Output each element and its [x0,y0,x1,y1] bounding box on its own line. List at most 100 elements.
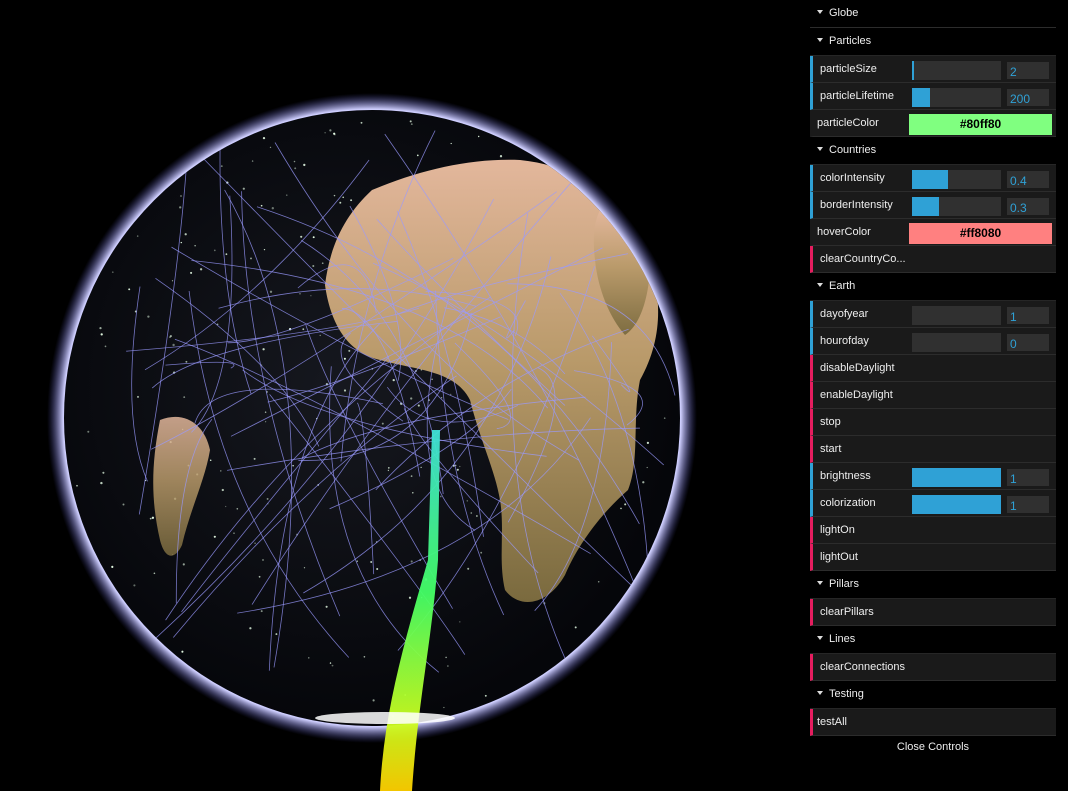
particle [260,204,263,207]
border-intensity-input[interactable]: 0.3 [1006,197,1050,216]
slider-fill [912,197,939,216]
clear-connections-button[interactable]: clearConnections [810,654,1056,681]
particle-size-input[interactable]: 2 [1006,61,1050,80]
particle [459,465,461,468]
control-label: borderIntensity [820,199,893,211]
particle-lifetime-control: particleLifetime 200 [810,83,1056,110]
particle [100,481,103,485]
folder-countries[interactable]: Countries [810,137,1056,165]
start-button[interactable]: start [810,436,1056,463]
particle [499,155,503,158]
particle [169,335,172,338]
particle [303,163,306,167]
particle [302,328,305,331]
slider-fill [912,61,914,80]
particle [440,397,443,399]
brightness-input[interactable]: 1 [1006,468,1050,487]
close-controls-button[interactable]: Close Controls [810,736,1056,758]
particle-color-control: particleColor #80ff80 [810,110,1056,137]
particle [308,657,310,659]
brightness-slider[interactable] [912,468,1001,487]
control-label: enableDaylight [820,389,893,401]
particle [624,503,627,506]
enable-daylight-button[interactable]: enableDaylight [810,382,1056,409]
dayofyear-slider[interactable] [912,306,1001,325]
particle [478,135,480,138]
folder-testing[interactable]: Testing [810,681,1056,709]
folder-countries-title: Countries [829,144,877,156]
particle [242,187,245,190]
particle [329,129,332,132]
particle-lifetime-slider[interactable] [912,88,1001,107]
particle [182,563,185,566]
control-label: hoverColor [817,226,871,238]
particle-color-swatch[interactable]: #80ff80 [909,114,1052,135]
colorization-slider[interactable] [912,495,1001,514]
particle [343,357,346,360]
folder-testing-title: Testing [829,688,864,700]
particle [447,665,449,667]
hourofday-input[interactable]: 0 [1006,333,1050,352]
colorization-input[interactable]: 1 [1006,495,1050,514]
folder-lines[interactable]: Lines [810,626,1056,654]
particle [100,333,103,336]
particle [300,235,303,238]
particle [412,492,414,494]
folder-particles[interactable]: Particles [810,28,1056,56]
particle [324,132,326,134]
particle [99,326,102,330]
particle-size-slider[interactable] [912,61,1001,80]
clear-country-colors-button[interactable]: clearCountryCo... [810,246,1056,273]
particle-lifetime-input[interactable]: 200 [1006,88,1050,107]
particle [467,567,470,570]
particle [199,268,203,271]
particle [416,154,419,157]
particle [122,503,125,506]
particle [356,560,359,562]
disable-daylight-button[interactable]: disableDaylight [810,355,1056,382]
particle [183,396,186,398]
control-label: colorization [820,497,876,509]
caret-down-icon [817,691,823,696]
particle [181,650,184,653]
particle [260,610,263,613]
particle [254,542,256,545]
caret-down-icon [817,147,823,152]
light-on-button[interactable]: lightOn [810,517,1056,544]
clear-pillars-button[interactable]: clearPillars [810,599,1056,626]
particle [620,507,622,510]
folder-pillars[interactable]: Pillars [810,571,1056,599]
particle [381,422,384,425]
light-out-button[interactable]: lightOut [810,544,1056,571]
globe-viewport[interactable] [0,0,810,791]
hover-color-swatch[interactable]: #ff8080 [909,223,1052,244]
dayofyear-input[interactable]: 1 [1006,306,1050,325]
color-intensity-input[interactable]: 0.4 [1006,170,1050,189]
control-label: particleSize [820,63,877,75]
folder-pillars-title: Pillars [829,578,859,590]
hover-color-control: hoverColor #ff8080 [810,219,1056,246]
particle [236,507,239,510]
particle [190,271,193,274]
test-all-button[interactable]: testAll [810,709,1056,736]
particle [476,515,478,517]
hourofday-slider[interactable] [912,333,1001,352]
dayofyear-control: dayofyear 1 [810,301,1056,328]
caret-down-icon [817,581,823,586]
color-intensity-slider[interactable] [912,170,1001,189]
particle [262,559,264,561]
border-intensity-slider[interactable] [912,197,1001,216]
particle [646,441,650,445]
particle [251,160,254,162]
particle [269,290,273,293]
particle [409,120,412,123]
particle [128,288,131,291]
folder-earth[interactable]: Earth [810,273,1056,301]
particle [325,605,328,608]
particle [574,626,577,629]
slider-fill [912,468,1001,487]
folder-globe[interactable]: Globe [810,0,1056,28]
particle [312,264,315,268]
particle [149,517,152,520]
stop-button[interactable]: stop [810,409,1056,436]
